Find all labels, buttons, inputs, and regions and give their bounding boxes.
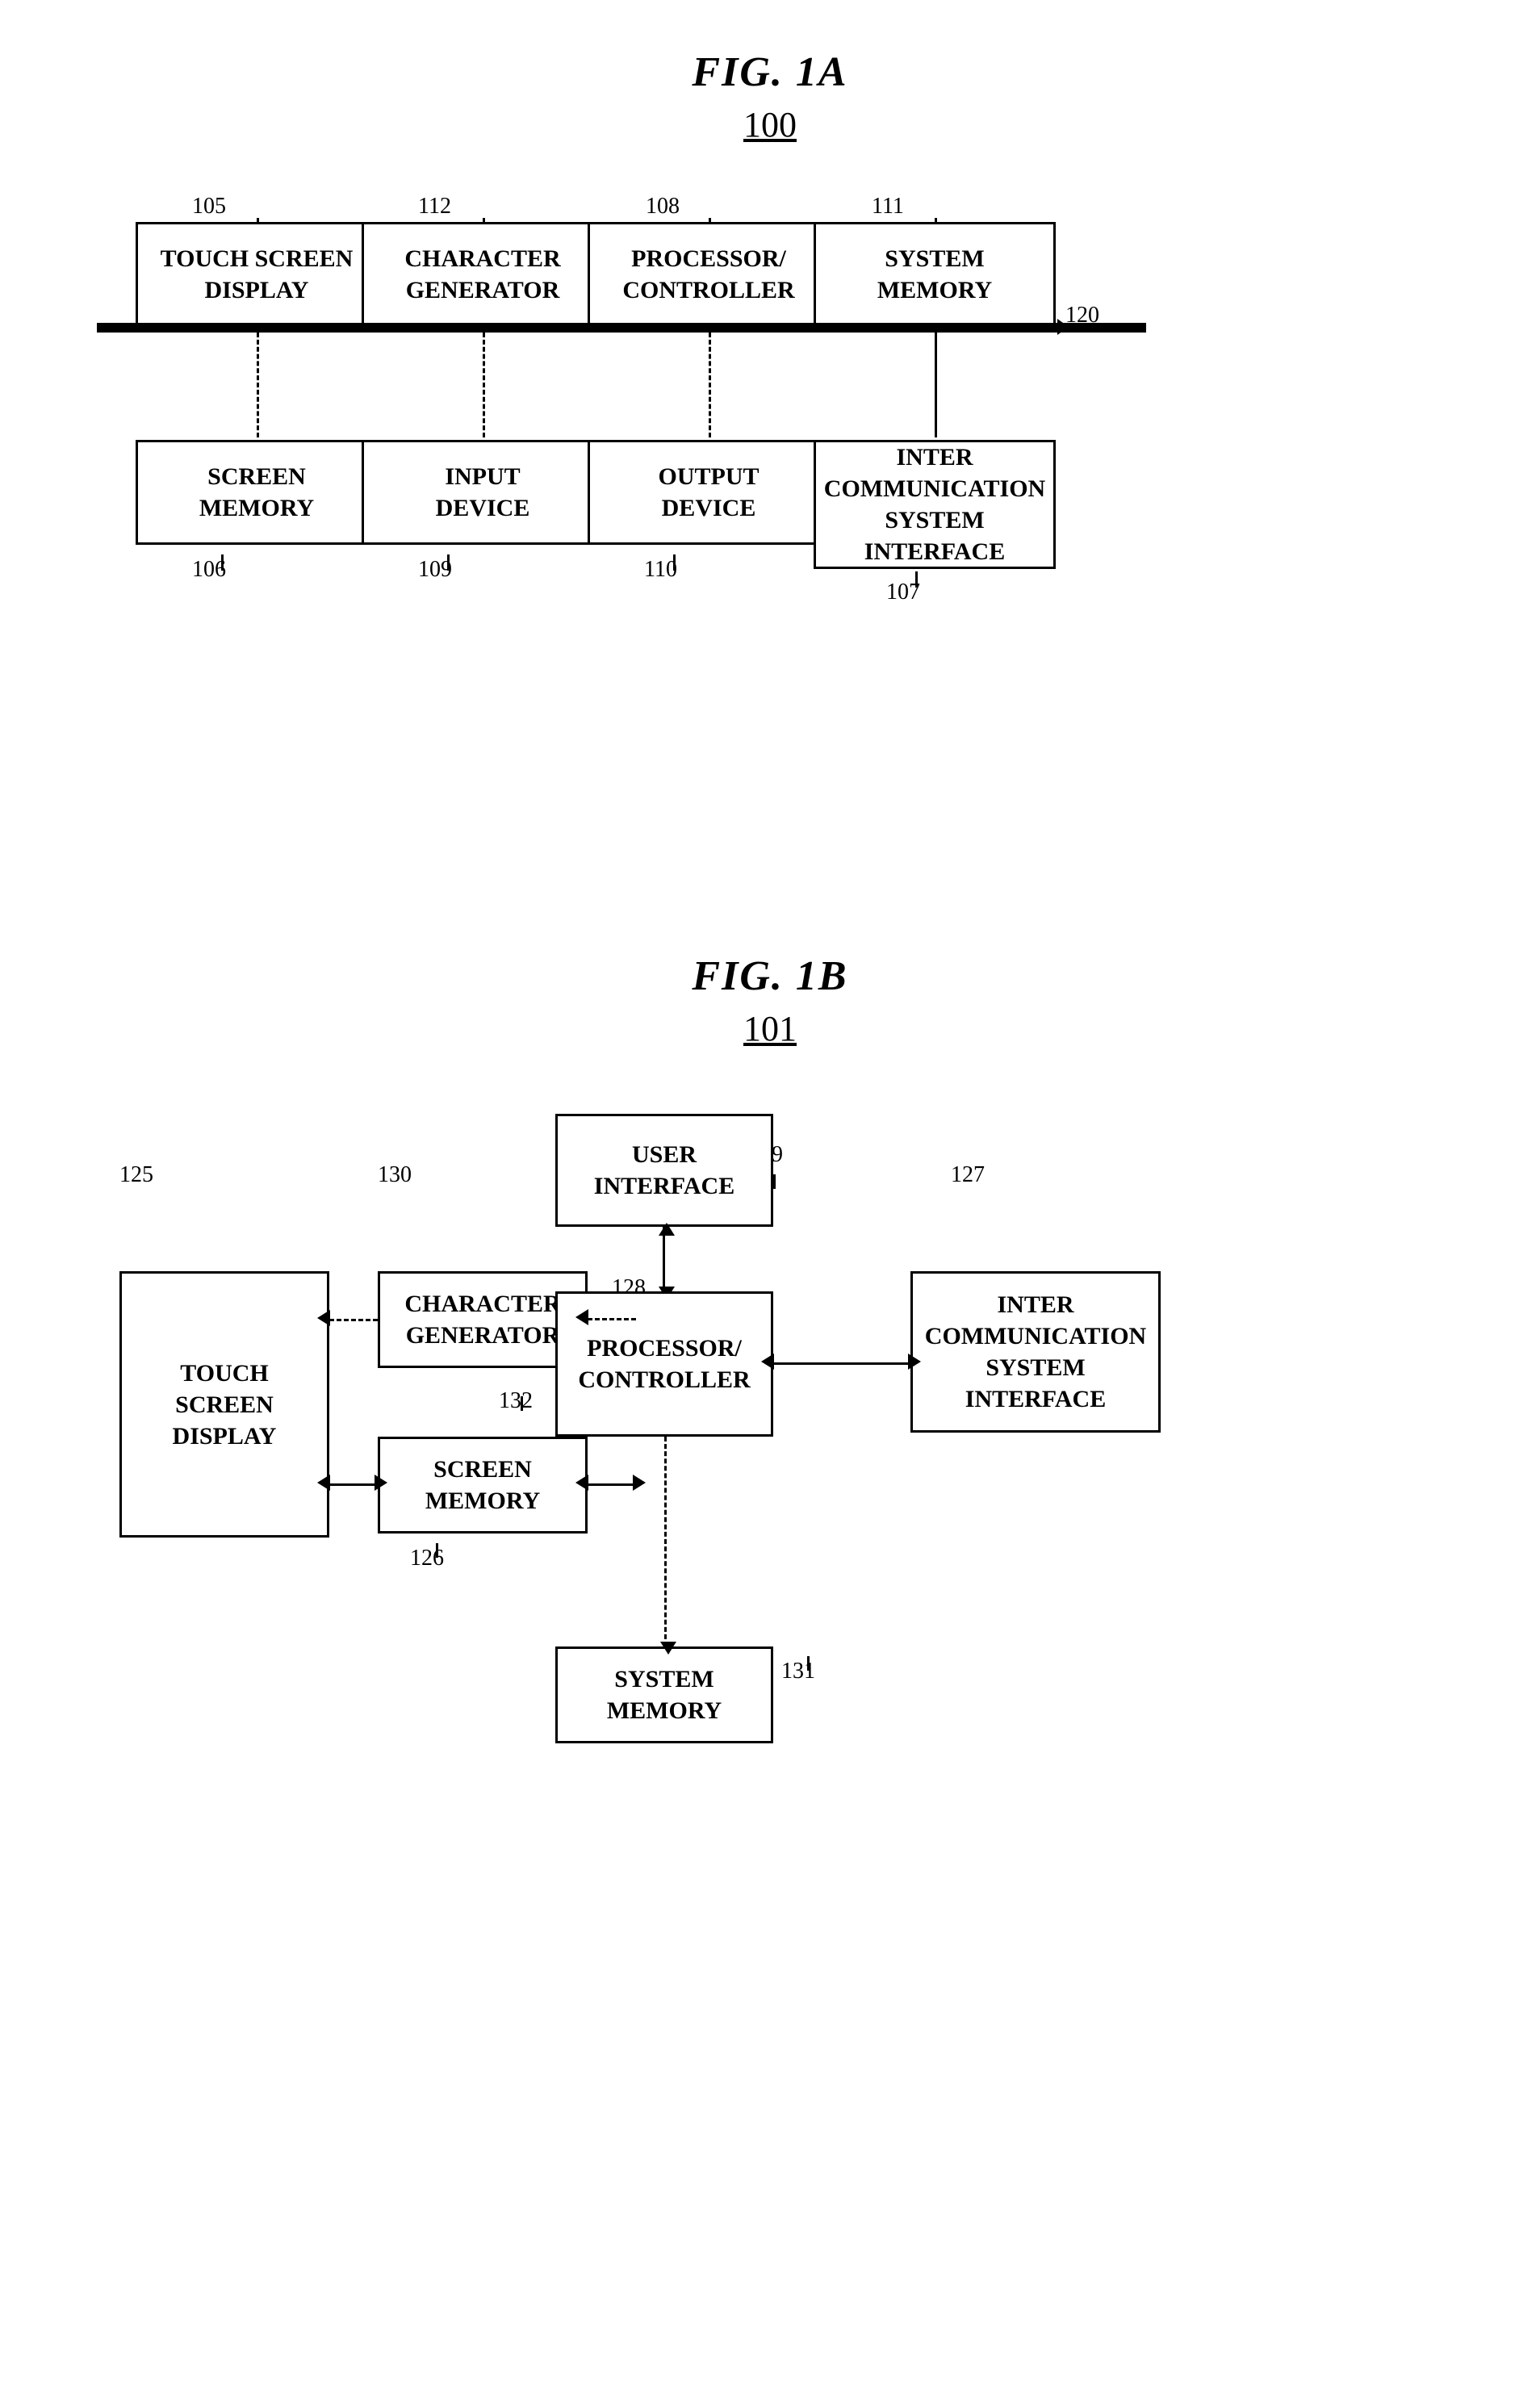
arrowhead-sm-proc-l xyxy=(575,1475,588,1491)
box-screen-mem-b: SCREENMEMORY xyxy=(378,1437,588,1534)
box-screen-mem: SCREENMEMORY xyxy=(136,440,378,545)
tick-126 xyxy=(436,1543,438,1558)
label-131: 131 xyxy=(781,1659,815,1684)
arrowhead-cg-proc-l xyxy=(575,1309,588,1325)
label-105: 105 xyxy=(192,194,226,220)
arrow-120 xyxy=(1057,319,1069,335)
tick-132 xyxy=(521,1396,523,1411)
arrow-sm-to-proc xyxy=(588,1483,636,1486)
label-120: 120 xyxy=(1065,303,1099,328)
box-output-dev: OUTPUTDEVICE xyxy=(588,440,830,545)
box-char-gen: CHARACTERGENERATOR xyxy=(362,222,604,327)
connector-input-dev xyxy=(483,333,485,437)
box-inter-comm: INTERCOMMUNICATIONSYSTEM INTERFACE xyxy=(814,440,1056,569)
label-112: 112 xyxy=(418,194,451,220)
tick-107 xyxy=(915,571,918,588)
tick-131 xyxy=(807,1656,810,1671)
label-108: 108 xyxy=(646,194,680,220)
label-130: 130 xyxy=(378,1162,412,1188)
connector-screen-mem xyxy=(257,333,259,437)
label-111: 111 xyxy=(872,194,904,220)
label-125: 125 xyxy=(119,1162,153,1188)
tick-109 xyxy=(447,554,450,571)
box-processor: PROCESSOR/CONTROLLER xyxy=(588,222,830,327)
fig1a-number: 100 xyxy=(97,104,1443,145)
arrowhead-ui-up xyxy=(659,1223,675,1236)
arrowhead-proc-inter-l xyxy=(761,1354,774,1370)
arrowhead-proc-sysmem-d xyxy=(660,1642,676,1655)
box-touch-screen-b: TOUCHSCREENDISPLAY xyxy=(119,1271,329,1538)
dashed-proc-sysmem xyxy=(664,1437,667,1646)
arrow-proc-inter-h xyxy=(773,1362,910,1365)
dashed-cg-to-tsd xyxy=(329,1319,378,1321)
fig1b-title: FIG. 1B xyxy=(97,952,1443,1000)
tick-106 xyxy=(221,554,224,571)
dashed-cg-proc xyxy=(588,1318,636,1320)
page-container: FIG. 1A 100 105 112 108 111 TOUCH SCREEN… xyxy=(0,0,1540,2042)
arrowhead-tsd-sm-l xyxy=(317,1475,330,1491)
box-touch-screen: TOUCH SCREENDISPLAY xyxy=(136,222,378,327)
arrowhead-proc-inter-r xyxy=(908,1354,921,1370)
tick-129 xyxy=(773,1174,776,1189)
arrow-tsd-sm-h xyxy=(329,1483,378,1486)
tick-110 xyxy=(673,554,676,571)
connector-output-dev xyxy=(709,333,711,437)
fig1b-diagram: 125 130 128 129 127 USERINTERFACE TOUCHS… xyxy=(97,1098,1443,1945)
box-input-dev: INPUTDEVICE xyxy=(362,440,604,545)
fig1a-diagram: 105 112 108 111 TOUCH SCREENDISPLAY CHAR… xyxy=(97,194,1443,823)
fig1b-number: 101 xyxy=(97,1008,1443,1049)
box-user-interface: USERINTERFACE xyxy=(555,1114,773,1227)
arrowhead-tsd-sm-r xyxy=(375,1475,387,1491)
connector-inter-comm xyxy=(935,333,937,437)
fig1a-title: FIG. 1A xyxy=(97,48,1443,96)
label-110: 110 xyxy=(644,557,677,583)
label-132: 132 xyxy=(499,1388,533,1414)
box-inter-comm-b: INTERCOMMUNICATIONSYSTEM INTERFACE xyxy=(910,1271,1161,1433)
arrow-ui-down xyxy=(663,1227,665,1291)
box-sys-mem: SYSTEMMEMORY xyxy=(814,222,1056,327)
label-127: 127 xyxy=(951,1162,985,1188)
bus-line xyxy=(97,323,1146,333)
arrowhead-cg-tsd xyxy=(317,1310,330,1326)
box-sys-mem-b: SYSTEMMEMORY xyxy=(555,1646,773,1743)
arrowhead-sm-proc-r xyxy=(633,1475,646,1491)
label-126: 126 xyxy=(410,1546,444,1571)
